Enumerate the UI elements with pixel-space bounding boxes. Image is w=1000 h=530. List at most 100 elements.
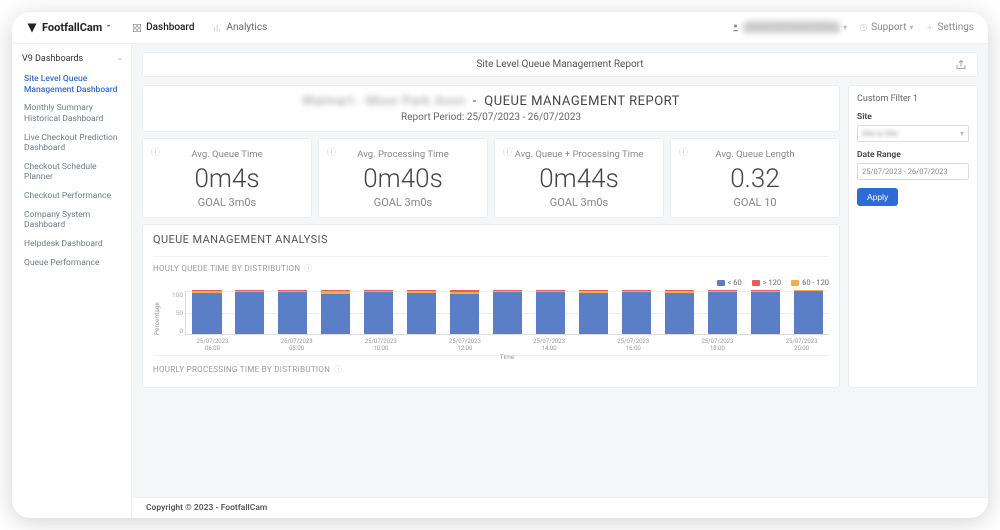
bar <box>364 290 393 334</box>
page-title: Walmart - Moor Park Avon - QUEUE MANAGEM… <box>151 94 831 109</box>
user-menu[interactable]: ████████████ <box>731 22 847 33</box>
chevron-down-icon <box>118 54 121 64</box>
sidebar-item[interactable]: Helpdesk Dashboard <box>18 235 125 254</box>
info-icon[interactable]: ⓘ <box>503 145 512 158</box>
bar <box>751 290 780 334</box>
xtick: 25/07/2023 18:00 <box>696 338 738 352</box>
tab-dashboard[interactable]: Dashboard <box>132 22 194 33</box>
legend-item: > 120 <box>752 278 781 287</box>
xtick: 25/07/2023 20:00 <box>781 338 823 352</box>
sidebar-item[interactable]: Checkout Performance <box>18 187 125 206</box>
sidebar-item[interactable]: Site Level Queue Management Dashboard <box>18 70 125 99</box>
kpi-label: Avg. Queue Length <box>675 149 835 160</box>
chart1-title: HOULY QUEUE TIME BY DISTRIBUTION <box>153 264 300 273</box>
chevron-down-icon <box>909 23 913 32</box>
kpi-value: 0m4s <box>147 164 307 194</box>
sidebar-item[interactable]: Queue Performance <box>18 254 125 273</box>
bar <box>665 290 694 334</box>
support-link[interactable]: ? Support <box>859 22 913 33</box>
chart-xaxis: 25/07/2023 06:00 25/07/2023 08:00 25/07/20… <box>185 338 829 352</box>
brand-icon <box>26 22 38 34</box>
user-icon <box>731 23 740 32</box>
bar <box>192 290 221 334</box>
xtick: 25/07/2023 12:00 <box>444 338 486 352</box>
chart-legend: < 60> 12060 - 120 <box>153 278 829 287</box>
content-area: Site Level Queue Management Report Walma… <box>132 44 988 518</box>
info-icon[interactable]: ⓘ <box>304 263 312 274</box>
report-period: Report Period: 25/07/2023 - 26/07/2023 <box>151 112 831 123</box>
site-name-blurred: Walmart - Moor Park Avon <box>302 94 465 109</box>
xtick: 25/07/2023 06:00 <box>191 338 233 352</box>
filter-panel: Custom Filter 1 Site Site to Site Date R… <box>848 85 978 388</box>
svg-text:?: ? <box>863 25 865 31</box>
report-title: QUEUE MANAGEMENT REPORT <box>484 94 680 109</box>
date-range-input[interactable]: 25/07/2023 - 26/07/2023 <box>857 163 969 180</box>
bar <box>278 290 307 334</box>
report-title-bar: Site Level Queue Management Report <box>142 52 978 77</box>
share-icon[interactable] <box>955 59 967 74</box>
sidebar-item[interactable]: Live Checkout Prediction Dashboard <box>18 129 125 158</box>
xtick <box>738 338 780 352</box>
topbar-right: ████████████ ? Support Settings <box>731 22 974 33</box>
settings-link[interactable]: Settings <box>925 22 974 33</box>
support-label: Support <box>871 22 906 33</box>
report-bar-title: Site Level Queue Management Report <box>476 59 643 70</box>
info-icon[interactable]: ⓘ <box>334 364 342 375</box>
site-select-value: Site to Site <box>862 129 898 138</box>
tab-analytics[interactable]: Analytics <box>213 22 268 33</box>
chart-yticks: 100 50 0 <box>165 291 185 335</box>
bar <box>708 290 737 334</box>
bar <box>450 290 479 334</box>
sidebar-heading[interactable]: V9 Dashboards <box>18 52 125 70</box>
xtick: 25/07/2023 08:00 <box>276 338 318 352</box>
date-range-value: 25/07/2023 - 26/07/2023 <box>862 167 948 176</box>
bar <box>407 290 436 334</box>
info-icon[interactable]: ⓘ <box>327 145 336 158</box>
report-header-card: Walmart - Moor Park Avon - QUEUE MANAGEM… <box>142 85 840 132</box>
bar <box>622 290 651 334</box>
kpi-label: Avg. Queue Time <box>147 149 307 160</box>
xtick <box>234 338 276 352</box>
sidebar-item[interactable]: Company System Dashboard <box>18 206 125 235</box>
kpi-row: ⓘAvg. Queue Time0m4sGOAL 3m0sⓘAvg. Proce… <box>142 138 840 218</box>
bar <box>794 290 823 334</box>
sidebar-item[interactable]: Monthly Summary Historical Dashboard <box>18 99 125 128</box>
settings-label: Settings <box>937 22 974 33</box>
xtick: 25/07/2023 10:00 <box>360 338 402 352</box>
bar <box>493 290 522 334</box>
dashboard-icon <box>132 23 142 33</box>
kpi-card: ⓘAvg. Queue Time0m4sGOAL 3m0s <box>142 138 312 218</box>
bar <box>536 290 565 334</box>
kpi-value: 0m40s <box>323 164 483 194</box>
analysis-card: QUEUE MANAGEMENT ANALYSIS HOULY QUEUE TI… <box>142 224 840 388</box>
apply-button[interactable]: Apply <box>857 188 898 206</box>
xtick: 25/07/2023 14:00 <box>528 338 570 352</box>
bar <box>235 290 264 334</box>
footer: Copyright © 2023 - FootfallCam <box>132 497 988 518</box>
chevron-down-icon <box>843 23 847 32</box>
chart-xlabel: Time <box>185 353 829 361</box>
bar <box>321 290 350 334</box>
chart-ylabel: Percentage <box>153 291 165 347</box>
brand-logo: FootfallCam™ <box>26 21 110 34</box>
kpi-card: ⓘAvg. Queue Length0.32GOAL 10 <box>670 138 840 218</box>
xtick <box>570 338 612 352</box>
gear-icon <box>925 23 934 32</box>
kpi-label: Avg. Processing Time <box>323 149 483 160</box>
kpi-value: 0m44s <box>499 164 659 194</box>
info-icon[interactable]: ⓘ <box>679 145 688 158</box>
site-label: Site <box>857 112 969 122</box>
kpi-value: 0.32 <box>675 164 835 194</box>
chevron-down-icon <box>960 129 964 138</box>
sidebar-heading-text: V9 Dashboards <box>22 54 83 64</box>
xtick: 25/07/2023 16:00 <box>612 338 654 352</box>
analysis-title: QUEUE MANAGEMENT ANALYSIS <box>153 233 829 246</box>
info-icon[interactable]: ⓘ <box>151 145 160 158</box>
xtick <box>318 338 360 352</box>
legend-item: 60 - 120 <box>791 278 829 287</box>
date-range-label: Date Range <box>857 150 969 160</box>
site-select[interactable]: Site to Site <box>857 125 969 142</box>
xtick <box>486 338 528 352</box>
kpi-goal: GOAL 3m0s <box>323 196 483 209</box>
sidebar-item[interactable]: Checkout Schedule Planner <box>18 158 125 187</box>
